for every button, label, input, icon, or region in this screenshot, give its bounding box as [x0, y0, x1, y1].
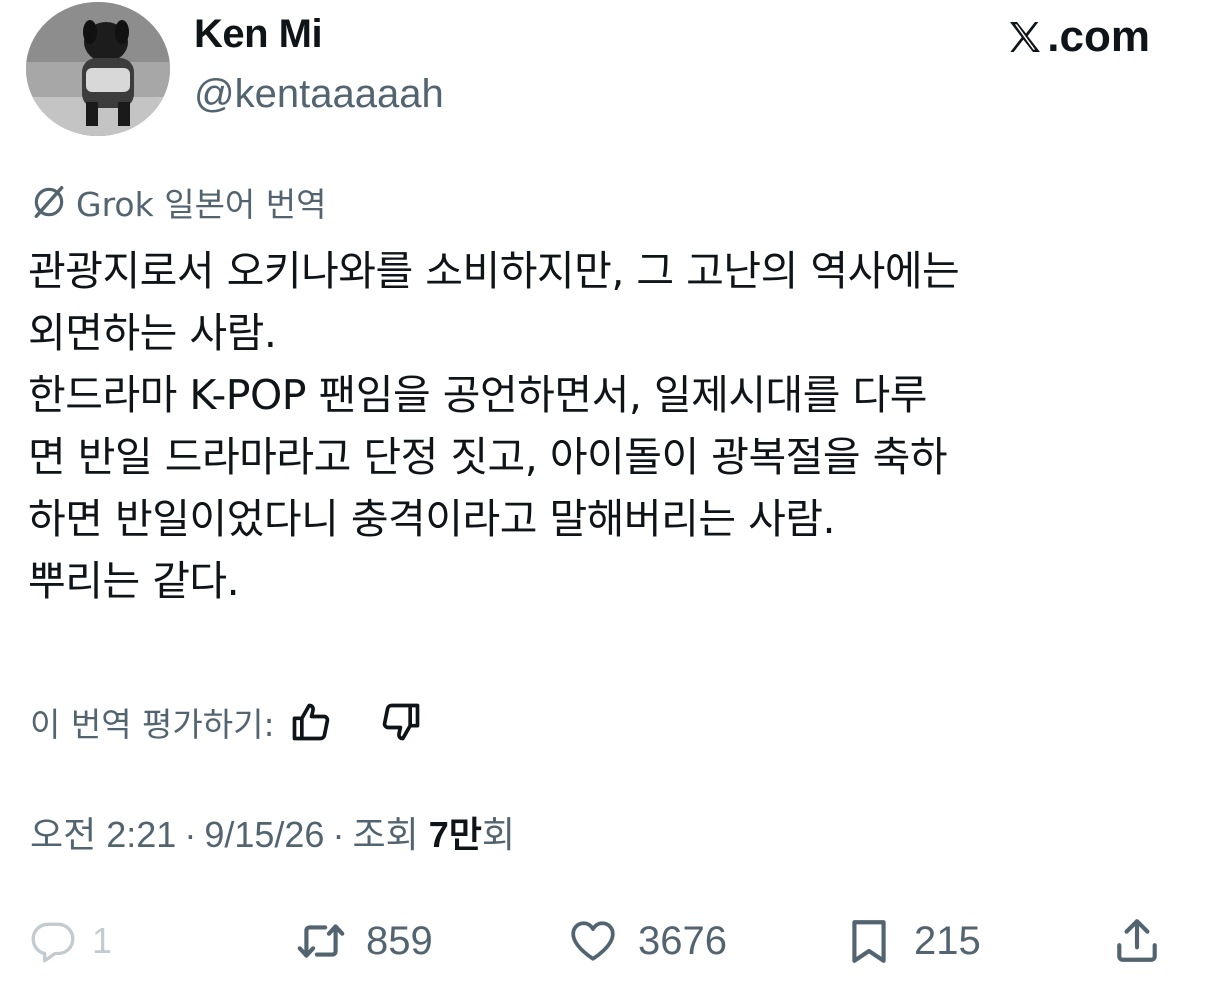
grok-icon [34, 186, 64, 218]
views-suffix: 회 [481, 814, 515, 855]
tweet-line: 외면하는 사람. [28, 309, 277, 357]
bookmark-icon [852, 920, 886, 963]
author-handle[interactable]: @kentaaaaah [194, 72, 444, 117]
rate-translation-label: 이 번역 평가하기: [30, 705, 275, 744]
thumbs-up-button[interactable] [287, 698, 335, 746]
tweet-actions: 1 859 3676 215 [0, 908, 1206, 978]
x-logo-icon [1010, 22, 1041, 52]
views-count: 7만 [428, 814, 482, 855]
thumbs-up-icon [292, 703, 329, 741]
meta-separator: · [332, 814, 345, 855]
bookmark-count: 215 [914, 918, 981, 963]
tweet-line: 한드라마 K-POP 팬임을 공언하면서, 일제시대를 다루 [28, 371, 927, 419]
reply-button[interactable]: 1 [28, 908, 112, 974]
tweet-line: 면 반일 드라마라고 단정 짓고, 아이돌이 광복절을 축하 [28, 433, 948, 481]
retweet-count: 859 [366, 918, 433, 963]
tweet-line: 하면 반일이었다니 충격이라고 말해버리는 사람. [28, 495, 836, 543]
tweet-line: 관광지로서 오키나와를 소비하지만, 그 고난의 역사에는 [28, 247, 960, 295]
heart-icon [571, 921, 615, 961]
rate-translation-row: 이 번역 평가하기: [30, 698, 425, 746]
share-button[interactable] [1112, 908, 1162, 974]
retweet-icon [297, 924, 345, 958]
retweet-button[interactable]: 859 [296, 908, 433, 974]
thumbs-down-button[interactable] [377, 698, 425, 746]
meta-separator: · [184, 814, 197, 855]
tweet-time[interactable]: 오전 2:21 [30, 806, 176, 858]
thumbs-down-icon [382, 703, 419, 741]
brand-watermark: .com [1005, 12, 1150, 62]
avatar-dog-photo [26, 2, 170, 136]
tweet-line: 뿌리는 같다. [28, 557, 240, 605]
views-label: 조회 [352, 814, 419, 855]
like-count: 3676 [638, 918, 727, 963]
tweet-text: 관광지로서 오키나와를 소비하지만, 그 고난의 역사에는 외면하는 사람. 한… [28, 240, 1188, 612]
translation-label-text: Grok 일본어 번역 [76, 185, 327, 224]
tweet-date[interactable]: 9/15/26 [204, 814, 324, 856]
reply-count: 1 [92, 920, 113, 961]
bookmark-button[interactable]: 215 [844, 908, 981, 974]
like-button[interactable]: 3676 [568, 908, 727, 974]
reply-icon [31, 922, 75, 963]
avatar[interactable] [26, 2, 170, 136]
author-display-name[interactable]: Ken Mi [194, 12, 323, 57]
share-icon [1117, 919, 1157, 962]
tweet-meta: 오전 2:21 · 9/15/26 · 조회 7만 회 [30, 806, 515, 858]
translation-attribution[interactable]: Grok 일본어 번역 [30, 178, 327, 226]
brand-text: .com [1047, 12, 1150, 61]
